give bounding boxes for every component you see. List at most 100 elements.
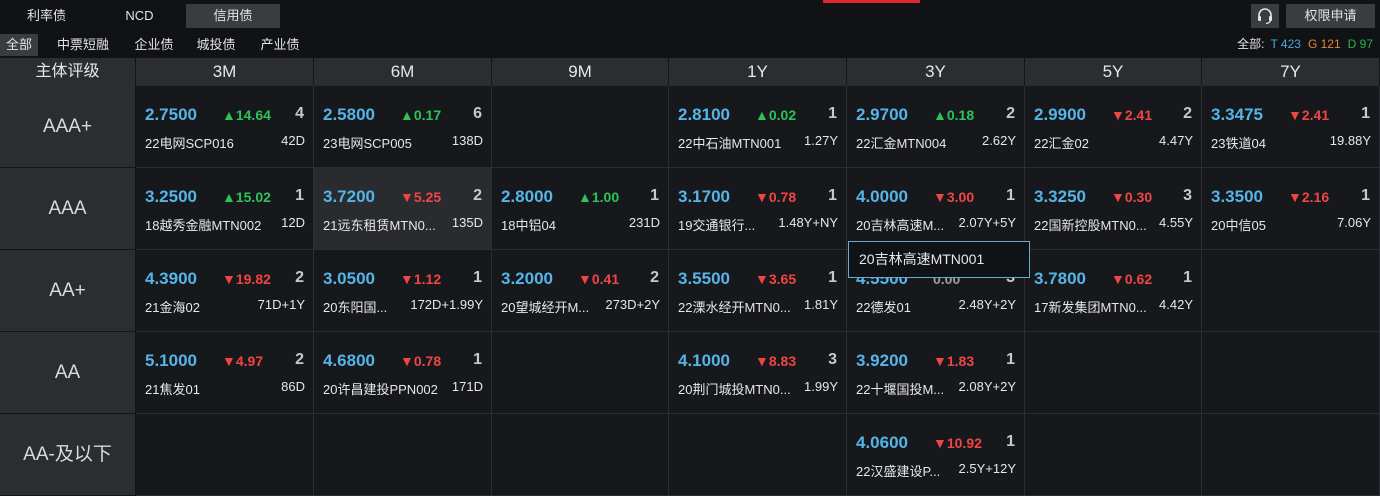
quote-count: 3 [1183,187,1192,204]
quote-cell[interactable]: 4.0600 ▼10.92 1 22汉盛建设P... 2.5Y+12Y [847,414,1025,496]
quote-cell[interactable]: 5.1000 ▼4.97 2 21焦发01 86D [136,332,314,414]
remaining-term: 138D [449,133,483,148]
tab-credit-bonds[interactable]: 信用债 [186,4,280,28]
summary-counts: 全部: T 423 G 121 D 97 [1237,34,1373,54]
quote-cell[interactable]: 3.2000 ▼0.41 2 20望城经开M... 273D+2Y [492,250,669,332]
yield-change: ▼19.82 [222,271,271,287]
yield-value: 2.7500 [145,105,197,124]
quote-cell[interactable]: 2.5800 ▲0.17 6 23电网SCP005 138D [314,86,492,168]
apply-permission-button[interactable]: 权限申请 [1286,4,1375,28]
quote-cell[interactable]: 2.9900 ▼2.41 2 22汇金02 4.47Y [1025,86,1202,168]
quote-cell[interactable]: 3.1700 ▼0.78 1 19交通银行... 1.48Y+NY [669,168,847,250]
quote-cell[interactable]: 3.7800 ▼0.62 1 17新发集团MTN0... 4.42Y [1025,250,1202,332]
quote-count: 1 [1183,269,1192,286]
bond-name: 22中石油MTN001 [678,136,782,151]
column-header-5y: 5Y [1025,58,1202,86]
remaining-term: 1.81Y [802,297,838,312]
quote-cell[interactable]: 3.3250 ▼0.30 3 22国新控股MTN0... 4.55Y [1025,168,1202,250]
remaining-term: 2.08Y+2Y [956,379,1016,394]
yield-change: ▼0.62 [1111,271,1153,287]
quote-cell[interactable]: 4.6800 ▼0.78 1 20许昌建投PPN002 171D [314,332,492,414]
tab-rate-bonds[interactable]: 利率债 [0,4,93,28]
column-header-7y: 7Y [1202,58,1380,86]
quote-count: 2 [295,269,304,286]
quote-count: 1 [1006,433,1015,450]
rating-label: AA+ [0,250,135,332]
yield-change: ▼3.65 [755,271,797,287]
yield-value: 3.7200 [323,187,375,206]
summary-g: G 121 [1307,37,1341,51]
remaining-term: 4.42Y [1157,297,1193,312]
remaining-term: 2.07Y+5Y [956,215,1016,230]
quote-count: 1 [473,351,482,368]
top-bar: 利率债 NCD 信用债 权限申请 [0,0,1380,30]
yield-change: ▼0.78 [755,189,797,205]
bond-name: 20吉林高速M... [856,218,945,233]
yield-value: 3.1700 [678,187,730,206]
empty-cell [1025,332,1202,414]
bond-name: 22电网SCP016 [145,136,234,151]
yield-change: ▼1.83 [933,353,975,369]
bond-name: 18越秀金融MTN002 [145,218,262,233]
quote-cell[interactable]: 4.1000 ▼8.83 3 20荆门城投MTN0... 1.99Y [669,332,847,414]
quote-count: 1 [828,105,837,122]
quote-cell[interactable]: 3.2500 ▲15.02 1 18越秀金融MTN002 12D [136,168,314,250]
corner-header: 主体评级 [0,58,136,86]
bond-name: 21金海02 [145,300,200,315]
yield-value: 2.9900 [1034,105,1086,124]
subtab-all[interactable]: 全部 [0,34,38,56]
tab-ncd[interactable]: NCD [93,4,186,28]
quote-count: 1 [295,187,304,204]
support-button[interactable] [1251,4,1279,28]
column-header-3y: 3Y [847,58,1025,86]
remaining-term: 231D [626,215,660,230]
subtab-lgfv[interactable]: 城投债 [188,34,244,56]
quote-cell[interactable]: 3.7200 ▼5.25 2 21远东租赁MTN0... 135D [314,168,492,250]
quote-count: 1 [1361,105,1370,122]
subtab-industrial[interactable]: 产业债 [252,34,308,56]
remaining-term: 1.27Y [802,133,838,148]
quote-cell[interactable]: 3.3475 ▼2.41 1 23铁道04 19.88Y [1202,86,1380,168]
remaining-term: 4.55Y [1157,215,1193,230]
yield-value: 2.9700 [856,105,908,124]
subtab-mtn-cp[interactable]: 中票短融 [46,34,120,56]
quote-count: 6 [473,105,482,122]
empty-cell [314,414,492,496]
yield-value: 3.2000 [501,269,553,288]
yield-change: ▲15.02 [222,189,271,205]
quote-cell[interactable]: 3.9200 ▼1.83 1 22十堰国投M... 2.08Y+2Y [847,332,1025,414]
quote-cell[interactable]: 4.0000 ▼3.00 1 20吉林高速M... 2.07Y+5Y [847,168,1025,250]
bond-name: 18中铝04 [501,218,556,233]
bond-name: 23电网SCP005 [323,136,412,151]
quote-cell[interactable]: 2.7500 ▲14.64 4 22电网SCP016 42D [136,86,314,168]
bond-name: 20望城经开M... [501,300,590,315]
quote-cell[interactable]: 3.3500 ▼2.16 1 20中信05 7.06Y [1202,168,1380,250]
bond-name: 22汇金MTN004 [856,136,947,151]
quote-count: 2 [1183,105,1192,122]
bond-name: 22汇金02 [1034,136,1089,151]
quote-cell[interactable]: 2.9700 ▲0.18 2 22汇金MTN004 2.62Y [847,86,1025,168]
quote-count: 2 [1006,105,1015,122]
headset-icon [1258,8,1272,25]
yield-value: 3.0500 [323,269,375,288]
yield-value: 5.1000 [145,351,197,370]
quote-cell[interactable]: 3.0500 ▼1.12 1 20东阳国... 172D+1.99Y [314,250,492,332]
yield-change: ▼1.12 [400,271,442,287]
empty-cell [492,86,669,168]
quote-count: 4 [295,105,304,122]
quote-cell[interactable]: 3.5500 ▼3.65 1 22溧水经开MTN0... 1.81Y [669,250,847,332]
quote-count: 2 [650,269,659,286]
quote-cell[interactable]: 4.3900 ▼19.82 2 21金海02 71D+1Y [136,250,314,332]
quote-count: 2 [473,187,482,204]
bond-name: 23铁道04 [1211,136,1266,151]
quote-cell[interactable]: 2.8000 ▲1.00 1 18中铝04 231D [492,168,669,250]
subtab-enterprise[interactable]: 企业债 [126,34,182,56]
quote-cell[interactable]: 2.8100 ▲0.02 1 22中石油MTN001 1.27Y [669,86,847,168]
remaining-term: 2.48Y+2Y [956,297,1016,312]
rating-label: AA [0,332,135,414]
yield-change: ▼5.25 [400,189,442,205]
yield-value: 3.3500 [1211,187,1263,206]
yield-change: ▼0.78 [400,353,442,369]
yield-value: 3.3250 [1034,187,1086,206]
yield-change: ▲0.02 [755,107,797,123]
